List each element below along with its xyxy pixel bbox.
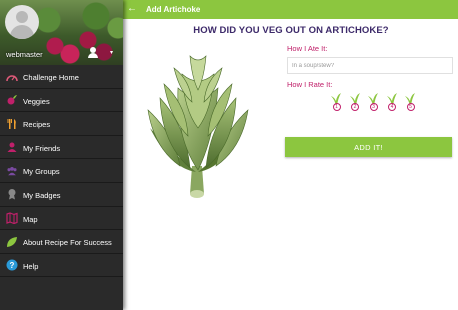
menu-item-veggies[interactable]: Veggies [0,89,123,113]
rating-option-5[interactable]: 5 [403,92,417,114]
menu-item-label: My Badges [23,190,61,200]
how-i-ate-it-input[interactable] [287,57,453,74]
menu-item-label: Challenge Home [23,73,79,82]
menu-item-label: Map [23,214,38,224]
menu-item-label: My Friends [23,143,61,153]
username: webmaster [6,50,43,59]
rating-number: 2 [351,103,359,111]
menu-item-help[interactable]: ? Help [0,254,123,278]
menu-item-about[interactable]: About Recipe For Success [0,230,123,254]
drawer-menu: Challenge Home Veggies Recipes My Friend… [0,65,123,278]
rating-number: 4 [388,103,396,111]
chevron-down-icon[interactable]: ▾ [110,49,113,56]
svg-text:?: ? [10,261,15,270]
rating-selector: 1 2 3 4 5 [329,92,417,114]
map-icon [6,212,18,225]
menu-item-my-friends[interactable]: My Friends [0,136,123,160]
question-heading: HOW DID YOU VEG OUT ON ARTICHOKE? [193,25,389,36]
avatar[interactable] [5,5,39,39]
menu-item-my-badges[interactable]: My Badges [0,183,123,207]
badge-icon [6,189,18,200]
leaf-icon [6,236,18,247]
help-icon: ? [6,259,18,271]
rating-number: 1 [332,103,341,111]
menu-item-my-groups[interactable]: My Groups [0,159,123,183]
utensils-icon [6,118,18,129]
person-icon[interactable] [87,47,99,58]
radish-icon [6,95,18,106]
user-icon [6,142,18,153]
how-i-ate-it-label: How I Ate It: [287,44,328,53]
how-i-rate-it-label: How I Rate It: [287,80,333,89]
gauge-icon [6,71,18,82]
app: ← Add Artichoke HOW DID YOU VEG OUT ON A… [0,0,458,310]
arrow-left-icon[interactable]: ← [127,3,137,15]
avatar-body-shape [10,25,34,39]
rating-number: 3 [369,103,378,111]
menu-item-label: My Groups [23,167,60,177]
drawer-header: webmaster ▾ [0,0,123,65]
rating-option-4[interactable]: 4 [385,92,399,114]
menu-item-label: Veggies [23,96,50,106]
group-icon [6,165,18,176]
menu-item-map[interactable]: Map [0,207,123,231]
navigation-drawer: webmaster ▾ Challenge Home Veggies Recip… [0,0,123,310]
menu-item-label: About Recipe For Success [23,238,112,248]
rating-option-2[interactable]: 2 [348,92,362,114]
page-title: Add Artichoke [146,5,201,14]
rating-option-3[interactable]: 3 [366,92,380,114]
avatar-head-shape [16,11,28,23]
menu-item-label: Help [23,261,39,271]
add-it-button[interactable]: ADD IT! [285,137,452,157]
artichoke-image [140,48,256,204]
menu-item-challenge-home[interactable]: Challenge Home [0,65,123,89]
menu-item-label: Recipes [23,120,51,130]
menu-item-recipes[interactable]: Recipes [0,112,123,136]
rating-option-1[interactable]: 1 [329,92,343,114]
rating-number: 5 [406,103,415,111]
